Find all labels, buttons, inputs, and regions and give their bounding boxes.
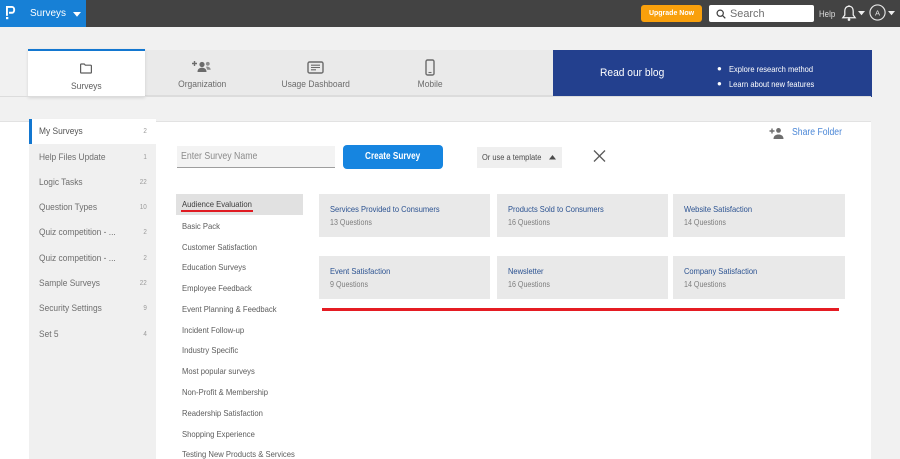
svg-text:A: A [875, 8, 881, 17]
